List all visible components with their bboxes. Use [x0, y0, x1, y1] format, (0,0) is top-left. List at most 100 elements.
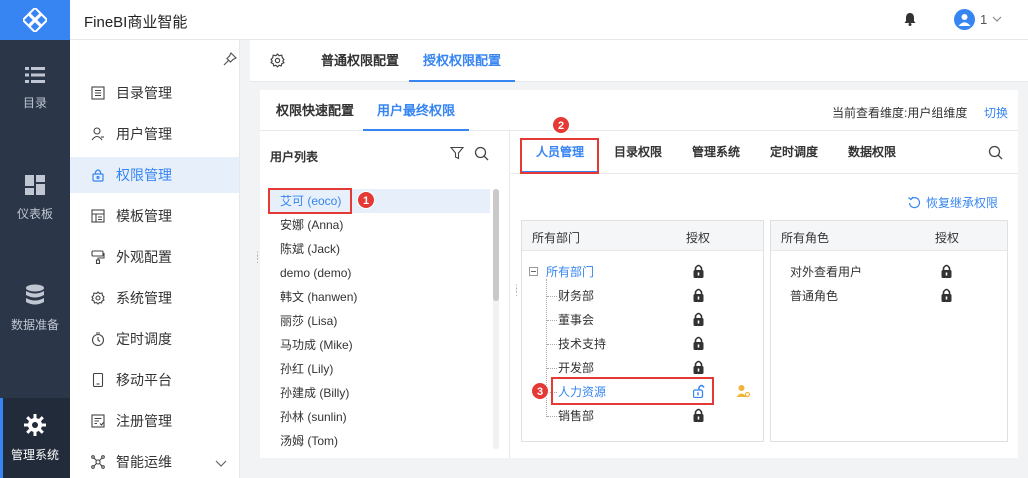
tab-admin-system[interactable]: 管理系统	[692, 131, 740, 173]
submenu-label: 模板管理	[116, 208, 172, 224]
user-list-item[interactable]: 汤姆 (Tom)	[268, 429, 490, 453]
tab-catalog-permission[interactable]: 目录权限	[614, 131, 662, 173]
avatar[interactable]	[954, 9, 975, 30]
annotation-highlight-3	[551, 377, 714, 405]
tab-authorization-permission[interactable]: 授权权限配置	[408, 40, 516, 82]
user-icon	[90, 126, 106, 142]
rail-item-catalog[interactable]: 目录	[0, 48, 70, 128]
submenu-label: 外观配置	[116, 249, 172, 265]
column-header: 授权	[686, 231, 711, 245]
top-header: FineBI商业智能 1	[70, 0, 1028, 40]
pin-icon[interactable]	[223, 52, 237, 66]
submenu-label: 移动平台	[116, 372, 172, 388]
submenu-item-schedule[interactable]: 定时调度	[70, 321, 239, 357]
lock-icon[interactable]	[693, 288, 704, 302]
tree-connector	[547, 320, 557, 321]
search-icon[interactable]	[474, 146, 489, 161]
search-icon[interactable]	[988, 145, 1003, 160]
user-list-panel: 用户列表 艾可 (eoco) 安娜 (Anna) 陈斌 (Jack) demo …	[260, 131, 510, 458]
user-list-item[interactable]: demo (demo)	[268, 261, 490, 285]
chevron-down-icon[interactable]	[991, 13, 1003, 25]
user-list-item[interactable]: 丽莎 (Lisa)	[268, 309, 490, 333]
tree-connector	[547, 296, 557, 297]
submenu-item-catalog[interactable]: 目录管理	[70, 75, 239, 111]
user-list-item[interactable]: 孙建成 (Billy)	[268, 381, 490, 405]
tree-node-dept[interactable]: 财务部	[558, 284, 594, 308]
lock-icon[interactable]	[693, 336, 704, 350]
submenu-item-users[interactable]: 用户管理	[70, 116, 239, 152]
filter-icon[interactable]	[450, 146, 464, 160]
tab-quick-config[interactable]: 权限快速配置	[276, 90, 354, 131]
annotation-badge-2: 2	[552, 116, 570, 134]
lock-icon[interactable]	[693, 360, 704, 374]
template-icon	[90, 208, 106, 224]
user-list-item[interactable]: 马功成 (Mike)	[268, 333, 490, 357]
tab-scheduling[interactable]: 定时调度	[770, 131, 818, 173]
restore-inherited-button[interactable]: 恢复继承权限	[908, 194, 998, 211]
tab-data-permission[interactable]: 数据权限	[848, 131, 896, 173]
admin-submenu: 目录管理 用户管理 权限管理 模板管理 外观配置 系统管理 定时调度 移动平台 …	[70, 40, 240, 478]
department-permission-box: 所有部门 授权 所有部门 财务部 董事会 技术支持 开发部 人力资源 销售部	[521, 220, 764, 442]
user-list-item[interactable]: 陈斌 (Jack)	[268, 237, 490, 261]
user-key-icon[interactable]	[736, 384, 751, 399]
submenu-label: 注册管理	[116, 413, 172, 429]
gear-icon	[24, 413, 46, 436]
submenu-item-system[interactable]: 系统管理	[70, 280, 239, 316]
app-logo[interactable]	[0, 0, 70, 40]
lock-icon[interactable]	[693, 408, 704, 422]
lock-icon[interactable]	[693, 264, 704, 278]
tab-user-final-permission[interactable]: 用户最终权限	[362, 90, 470, 131]
submenu-label: 定时调度	[116, 331, 172, 347]
splitter-handle[interactable]: ⋮ ⋮	[512, 284, 521, 297]
lock-icon[interactable]	[941, 288, 952, 302]
user-name[interactable]: 1	[980, 12, 987, 27]
column-header: 所有角色	[781, 231, 830, 245]
user-list-scrollbar[interactable]	[493, 189, 499, 449]
tree-node-dept[interactable]: 技术支持	[558, 332, 606, 356]
user-list-item[interactable]: 孙林 (sunlin)	[268, 405, 490, 429]
tree-node-root[interactable]: 所有部门	[546, 260, 594, 284]
timer-icon	[90, 331, 106, 347]
column-header: 授权	[935, 231, 960, 245]
user-list-item[interactable]: 安娜 (Anna)	[268, 213, 490, 237]
user-avatar-icon	[958, 14, 971, 26]
annotation-highlight-2	[520, 138, 599, 174]
rail-item-dashboard[interactable]: 仪表板	[0, 158, 70, 238]
list-icon	[25, 66, 45, 83]
collapse-toggle[interactable]	[529, 267, 538, 276]
chevron-down-icon[interactable]	[215, 457, 227, 469]
dimension-text: 当前查看维度:用户组维度	[832, 106, 968, 120]
rail-label: 目录	[22, 95, 47, 110]
submenu-item-permissions[interactable]: 权限管理	[70, 157, 239, 193]
database-icon	[26, 284, 44, 304]
submenu-item-templates[interactable]: 模板管理	[70, 198, 239, 234]
submenu-item-register[interactable]: 注册管理	[70, 403, 239, 439]
lock-icon[interactable]	[693, 312, 704, 326]
tree-node-dept[interactable]: 董事会	[558, 308, 594, 332]
rail-item-admin[interactable]: 管理系统	[0, 398, 70, 478]
user-list-title: 用户列表	[270, 150, 319, 164]
user-list-item[interactable]: 韩文 (hanwen)	[268, 285, 490, 309]
user-list-item[interactable]: 孙红 (Lily)	[268, 357, 490, 381]
settings-icon[interactable]	[270, 53, 285, 68]
left-rail: 目录 仪表板 数据准备 管理系统	[0, 0, 70, 478]
submenu-item-appearance[interactable]: 外观配置	[70, 239, 239, 275]
tab-normal-permission[interactable]: 普通权限配置	[321, 40, 399, 82]
tree-node-dept[interactable]: 销售部	[558, 404, 594, 428]
rail-item-data-prep[interactable]: 数据准备	[0, 268, 70, 348]
annotation-badge-1: 1	[357, 191, 375, 209]
rail-label: 仪表板	[16, 206, 53, 221]
scrollbar-thumb[interactable]	[493, 189, 499, 301]
register-icon	[90, 413, 106, 429]
submenu-item-mobile[interactable]: 移动平台	[70, 362, 239, 398]
ops-icon	[90, 454, 106, 470]
bell-icon[interactable]	[904, 12, 916, 26]
submenu-item-ops[interactable]: 智能运维	[70, 444, 239, 478]
lock-icon	[90, 167, 106, 183]
app-title: FineBI商业智能	[84, 14, 188, 31]
lock-icon[interactable]	[941, 264, 952, 278]
role-item[interactable]: 普通角色	[790, 284, 838, 308]
settings-icon	[90, 290, 106, 306]
role-item[interactable]: 对外查看用户	[790, 260, 862, 284]
switch-dimension-link[interactable]: 切换	[984, 104, 1008, 121]
